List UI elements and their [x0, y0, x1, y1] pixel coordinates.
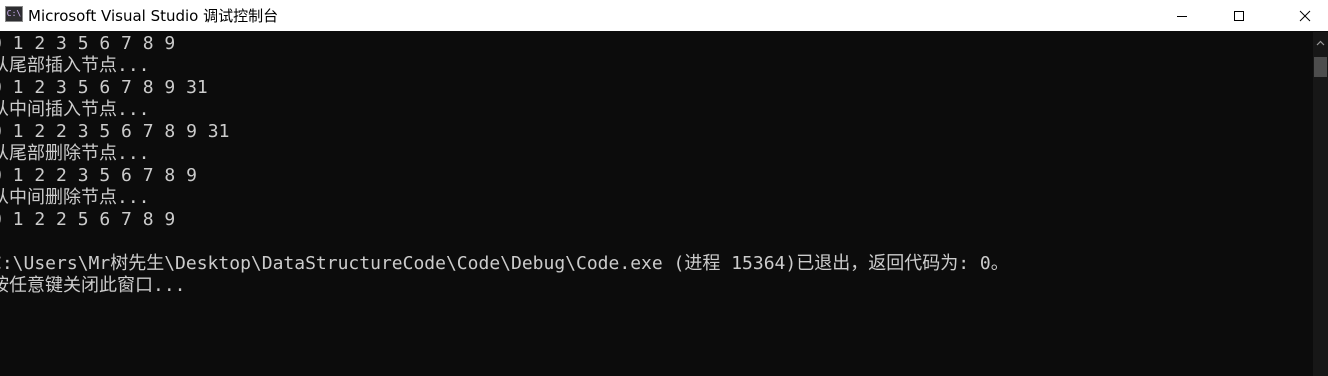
console-app-icon: C:\	[5, 6, 23, 22]
close-button[interactable]	[1282, 0, 1328, 31]
window-title: Microsoft Visual Studio 调试控制台	[28, 7, 279, 25]
console-line: 从中间插入节点...	[0, 99, 150, 120]
scroll-up-button[interactable]	[1313, 32, 1328, 54]
chevron-up-icon	[1316, 40, 1325, 46]
minimize-icon	[1177, 15, 1187, 17]
scrollbar-thumb[interactable]	[1314, 57, 1327, 77]
console-line: 0 1 2 2 5 6 7 8 9	[0, 209, 176, 230]
console-output[interactable]: 0 1 2 3 5 6 7 8 9 从尾部插入节点... 0 1 2 3 5 6…	[0, 32, 1313, 376]
console-line: 从中间删除节点...	[0, 187, 150, 208]
console-line: 0 1 2 2 3 5 6 7 8 9	[0, 165, 197, 186]
minimize-button[interactable]	[1159, 0, 1205, 31]
console-line: 0 1 2 3 5 6 7 8 9	[0, 33, 176, 54]
maximize-button[interactable]	[1216, 0, 1262, 31]
console-line: 按任意键关闭此窗口...	[0, 275, 186, 296]
maximize-icon	[1234, 10, 1244, 21]
console-line: 从尾部插入节点...	[0, 55, 150, 76]
console-window: C:\ Microsoft Visual Studio 调试控制台 0 1 2 …	[0, 0, 1328, 376]
close-icon	[1299, 10, 1311, 21]
vertical-scrollbar[interactable]	[1313, 32, 1328, 376]
title-bar[interactable]: C:\ Microsoft Visual Studio 调试控制台	[0, 0, 1328, 31]
console-line: 0 1 2 2 3 5 6 7 8 9 31	[0, 121, 230, 142]
console-line: 0 1 2 3 5 6 7 8 9 31	[0, 77, 208, 98]
console-line: C:\Users\Mr树先生\Desktop\DataStructureCode…	[0, 253, 1009, 274]
console-line: 从尾部删除节点...	[0, 143, 150, 164]
